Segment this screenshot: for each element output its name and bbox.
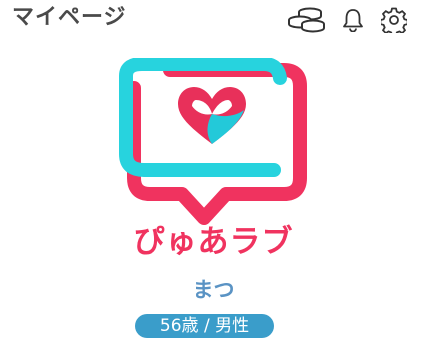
logo-bubble-pink bbox=[127, 63, 307, 225]
logo-text: ぴゅあラブ bbox=[133, 224, 294, 260]
page-title: マイページ bbox=[12, 5, 127, 30]
coins-icon[interactable] bbox=[288, 6, 326, 34]
logo-heart bbox=[178, 87, 246, 144]
gear-icon[interactable] bbox=[380, 6, 408, 34]
profile-details-badge: 56歳 / 男性 bbox=[135, 314, 274, 338]
bell-icon[interactable] bbox=[340, 6, 366, 34]
user-name: まつ bbox=[192, 278, 235, 302]
app-logo bbox=[119, 58, 307, 225]
